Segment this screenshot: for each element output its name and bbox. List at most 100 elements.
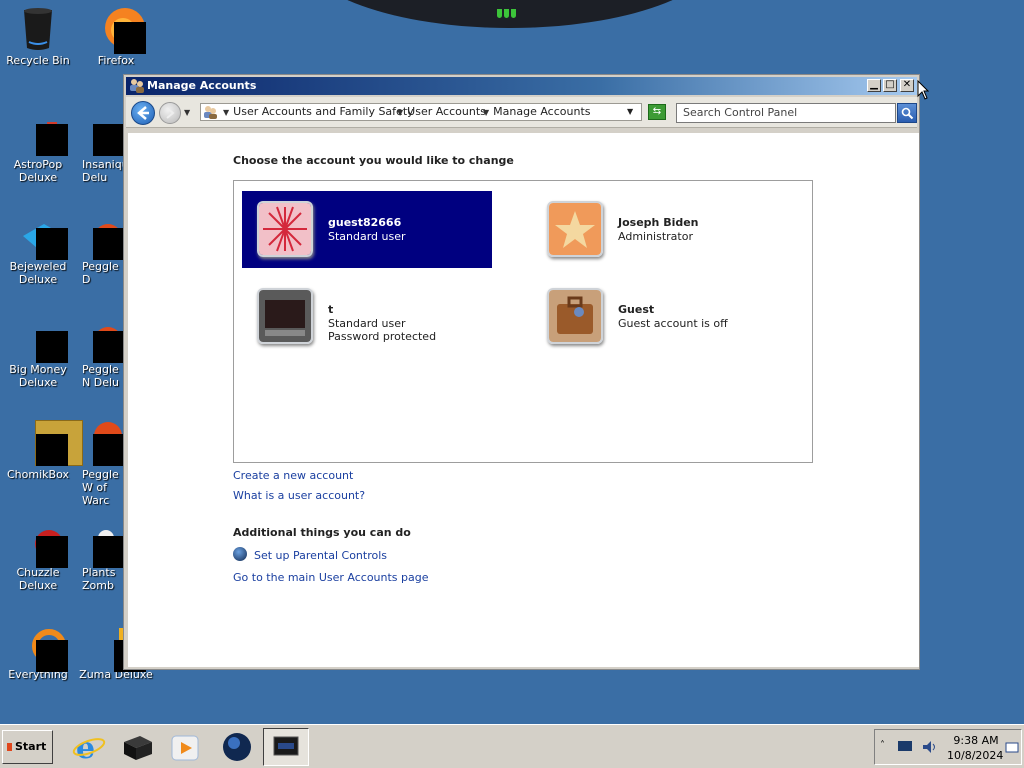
breadcrumb-item-manage-accounts[interactable]: ▼ Manage Accounts	[483, 104, 591, 121]
back-button[interactable]	[131, 101, 155, 125]
account-type: Guest account is off	[618, 317, 728, 330]
avatar	[257, 201, 313, 257]
close-icon: ✕	[902, 79, 912, 90]
mouse-cursor-icon	[917, 80, 929, 100]
desktop-icon-chomikbox[interactable]: ChomikBox	[0, 420, 83, 481]
desktop-icon-peggle-deluxe[interactable]: Peggle D	[78, 222, 124, 286]
svg-text:e: e	[76, 731, 95, 764]
manage-accounts-window: Manage Accounts ▁ □ ✕ ▼ ▼ User Accounts a…	[123, 74, 920, 670]
desktop-icon-bejeweled[interactable]: Bejeweled Deluxe	[0, 222, 76, 286]
astropop-icon	[21, 120, 68, 156]
recycle-bin-icon	[21, 6, 55, 50]
history-dropdown-icon[interactable]: ▼	[184, 108, 190, 117]
maximize-icon: □	[885, 79, 895, 90]
refresh-icon: ⇆	[652, 106, 662, 117]
forward-button[interactable]	[159, 102, 181, 124]
peggle-world-icon	[78, 420, 124, 466]
main-user-accounts-link[interactable]: Go to the main User Accounts page	[233, 571, 429, 584]
control-panel-icon	[204, 106, 217, 119]
search-button[interactable]	[897, 103, 917, 123]
network-globe-icon[interactable]	[220, 730, 254, 764]
everything-icon	[21, 628, 68, 672]
peggle-icon	[78, 222, 124, 260]
account-type: Standard user	[328, 230, 406, 243]
chuzzle-icon	[21, 528, 68, 568]
maximize-button[interactable]: □	[883, 79, 897, 92]
additional-heading: Additional things you can do	[233, 526, 411, 539]
desktop-icon-peggle-world[interactable]: Peggle W of Warc	[78, 420, 124, 507]
start-button[interactable]: Start	[2, 730, 53, 764]
account-name: t	[328, 303, 334, 316]
computer-window-icon	[273, 736, 299, 756]
desktop-icon-insaniquarium[interactable]: Insaniqu Delu	[78, 120, 124, 184]
desktop-icon-chuzzle[interactable]: Chuzzle Deluxe	[0, 528, 76, 592]
minimize-button[interactable]: ▁	[867, 79, 881, 92]
desktop-icon-astropop[interactable]: AstroPop Deluxe	[0, 120, 76, 184]
user-accounts-icon	[130, 79, 144, 93]
breadcrumb-item-user-accounts-family-safety[interactable]: ▼ User Accounts and Family Safety	[223, 104, 414, 121]
address-dropdown-icon[interactable]: ▼	[627, 104, 633, 120]
avatar	[547, 288, 603, 344]
firefox-icon	[99, 6, 146, 54]
peggle-nights-icon	[78, 325, 124, 363]
what-is-user-account-link[interactable]: What is a user account?	[233, 489, 365, 502]
page-heading: Choose the account you would like to cha…	[233, 154, 514, 167]
bejeweled-icon	[21, 222, 68, 260]
account-name: Joseph Biden	[618, 216, 699, 229]
account-name: Guest	[618, 303, 655, 316]
desktop-icon-everything[interactable]: Everything	[0, 628, 76, 681]
account-status: Password protected	[328, 330, 437, 343]
address-bar: ▼ ▼ User Accounts and Family Safety ▼ User…	[126, 97, 917, 128]
avatar	[257, 288, 313, 344]
create-account-link[interactable]: Create a new account	[233, 469, 353, 482]
window-titlebar[interactable]: Manage Accounts ▁ □ ✕	[126, 77, 917, 95]
refresh-button[interactable]: ⇆	[648, 104, 666, 120]
chevron-down-icon: ▼	[223, 108, 230, 117]
desktop-icon-big-money[interactable]: Big Money Deluxe	[0, 325, 76, 389]
show-desktop-icon[interactable]	[1005, 742, 1019, 754]
forward-arrow-icon	[166, 107, 175, 119]
taskbar-manage-accounts[interactable]	[263, 728, 309, 766]
globe-icon	[233, 547, 247, 561]
account-t[interactable]: t Standard user Password protected	[242, 278, 492, 355]
taskbar: Start e ˄ 9:38 AM 10/8/2024	[0, 724, 1024, 768]
media-player-icon[interactable]	[168, 730, 202, 764]
system-tray: ˄ 9:38 AM 10/8/2024	[874, 729, 1022, 765]
wallpaper-lights	[497, 8, 518, 21]
minimize-icon: ▁	[870, 79, 878, 90]
account-guest82666[interactable]: guest82666 Standard user	[242, 191, 492, 268]
computer-icon[interactable]	[120, 730, 154, 764]
search-icon	[901, 107, 914, 120]
desktop-icon-plants-zombies[interactable]: Plants Zomb	[78, 528, 124, 592]
back-arrow-icon	[137, 106, 149, 120]
desktop-icon-recycle-bin[interactable]: Recycle Bin	[0, 6, 76, 67]
content-pane: Choose the account you would like to cha…	[128, 133, 919, 667]
search-input[interactable]: Search Control Panel	[676, 103, 896, 123]
desktop-wallpaper-shape	[300, 0, 720, 28]
chevron-up-icon[interactable]: ˄	[880, 740, 885, 751]
windows-logo-icon	[7, 743, 12, 751]
insaniquarium-icon	[78, 120, 124, 156]
internet-explorer-icon[interactable]: e	[72, 730, 106, 764]
avatar	[547, 201, 603, 257]
breadcrumb-item-user-accounts[interactable]: ▼ User Accounts	[397, 104, 486, 121]
chevron-down-icon: ▼	[397, 108, 404, 117]
parental-controls-link[interactable]: Set up Parental Controls	[254, 549, 387, 562]
clock-time[interactable]: 9:38 AM	[951, 734, 1001, 747]
accounts-list: guest82666 Standard user Joseph Biden Ad…	[233, 180, 813, 463]
desktop-icon-peggle-nights[interactable]: Peggle N Delu	[78, 325, 124, 389]
chevron-down-icon: ▼	[483, 108, 490, 117]
close-button[interactable]: ✕	[900, 79, 914, 92]
account-joseph-biden[interactable]: Joseph Biden Administrator	[532, 191, 782, 268]
account-guest[interactable]: Guest Guest account is off	[532, 278, 782, 355]
volume-icon[interactable]	[921, 739, 937, 755]
clock-date[interactable]: 10/8/2024	[947, 749, 1003, 762]
account-type: Administrator	[618, 230, 693, 243]
breadcrumb[interactable]: ▼ User Accounts and Family Safety ▼ User A…	[200, 103, 642, 121]
plants-zombies-icon	[78, 528, 124, 568]
big-money-icon	[21, 325, 68, 363]
desktop-icon-firefox[interactable]: Firefox	[78, 6, 154, 67]
network-icon[interactable]	[897, 740, 913, 753]
account-type: Standard user	[328, 317, 406, 330]
window-title: Manage Accounts	[147, 79, 257, 92]
